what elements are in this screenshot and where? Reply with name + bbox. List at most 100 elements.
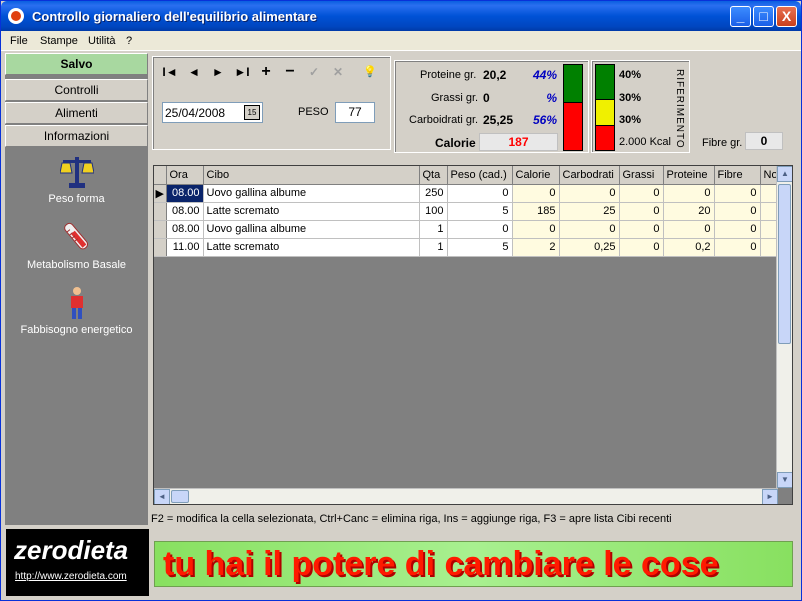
logo-link[interactable]: http://www.zerodieta.com <box>15 571 127 582</box>
nav-alimenti[interactable]: Alimenti <box>5 102 148 124</box>
col-calorie[interactable]: Calorie <box>512 166 560 185</box>
food-table: Ora Cibo Qta Peso (cad.) Calorie Carbodr… <box>154 166 781 257</box>
cell-peso[interactable]: 5 <box>447 238 513 257</box>
cell-carboidrati[interactable]: 25 <box>559 202 620 221</box>
cell-fibre[interactable]: 0 <box>714 202 761 221</box>
cell-peso[interactable]: 5 <box>447 202 513 221</box>
first-record-button[interactable]: I◄ <box>159 61 181 83</box>
cell-grassi[interactable]: 0 <box>619 238 664 257</box>
close-button[interactable]: X <box>776 6 797 27</box>
minimize-button[interactable]: _ <box>730 6 751 27</box>
cell-ora[interactable]: 11.00 <box>166 238 204 257</box>
metabolismo-basale-item[interactable]: Metabolismo Basale <box>5 221 148 271</box>
cell-proteine[interactable]: 0 <box>663 184 715 203</box>
col-ora[interactable]: Ora <box>166 166 204 185</box>
cell-peso[interactable]: 0 <box>447 220 513 239</box>
cell-cibo[interactable]: Latte scremato <box>203 238 420 257</box>
cell-calorie[interactable]: 0 <box>512 220 560 239</box>
cell-ora[interactable]: 08.00 <box>166 184 204 203</box>
col-peso[interactable]: Peso (cad.) <box>447 166 513 185</box>
scroll-up-icon[interactable]: ▲ <box>777 166 792 182</box>
logo-text: zerodieta <box>14 535 129 565</box>
col-carboidrati[interactable]: Carbodrati <box>559 166 620 185</box>
vertical-scrollbar[interactable]: ▲ ▼ <box>776 166 792 488</box>
col-qta[interactable]: Qta <box>419 166 448 185</box>
lightbulb-icon[interactable]: 💡 <box>359 61 381 83</box>
left-nav-panel: Salvo Controlli Alimenti Informazioni Pe… <box>5 53 148 525</box>
grassi-label: Grassi gr. <box>431 92 479 104</box>
calorie-value: 187 <box>479 133 558 151</box>
add-record-button[interactable]: + <box>255 61 277 83</box>
table-row[interactable]: 11.00 Latte scremato 1 5 2 0,25 0 0,2 0 <box>154 238 781 257</box>
cancel-record-button[interactable]: ✕ <box>327 61 349 83</box>
col-cibo[interactable]: Cibo <box>203 166 420 185</box>
next-record-button[interactable]: ► <box>207 61 229 83</box>
menu-stampe[interactable]: Stampe <box>40 35 78 47</box>
carboidrati-pct: 56% <box>532 113 557 127</box>
slogan-text: tu hai il potere di cambiare le cose <box>163 545 719 583</box>
date-input[interactable]: 25/04/2008 15 <box>162 102 263 123</box>
cell-calorie[interactable]: 0 <box>512 184 560 203</box>
nav-controlli[interactable]: Controlli <box>5 79 148 101</box>
app-icon[interactable] <box>8 8 24 24</box>
calendar-button[interactable]: 15 <box>244 105 260 120</box>
thermometer-icon <box>63 222 88 250</box>
cell-carboidrati[interactable]: 0,25 <box>559 238 620 257</box>
cell-proteine[interactable]: 20 <box>663 202 715 221</box>
cell-qta[interactable]: 1 <box>419 238 448 257</box>
fabbisogno-energetico-item[interactable]: Fabbisogno energetico <box>5 286 148 336</box>
cell-carboidrati[interactable]: 0 <box>559 220 620 239</box>
status-bar: F2 = modifica la cella selezionata, Ctrl… <box>151 513 672 525</box>
cell-fibre[interactable]: 0 <box>714 184 761 203</box>
food-grid[interactable]: Ora Cibo Qta Peso (cad.) Calorie Carbodr… <box>153 165 793 505</box>
nav-informazioni[interactable]: Informazioni <box>5 125 148 147</box>
title-bar[interactable]: Controllo giornaliero dell'equilibrio al… <box>1 1 801 31</box>
grassi-value: 0 <box>483 91 490 105</box>
menu-utilita[interactable]: Utilità <box>88 35 116 47</box>
cell-peso[interactable]: 0 <box>447 184 513 203</box>
cell-qta[interactable]: 1 <box>419 220 448 239</box>
cell-carboidrati[interactable]: 0 <box>559 184 620 203</box>
cell-cibo[interactable]: Uovo gallina albume <box>203 184 420 203</box>
menu-file[interactable]: File <box>10 35 28 47</box>
last-record-button[interactable]: ►I <box>231 61 253 83</box>
menu-help[interactable]: ? <box>126 35 132 47</box>
ref-fat-pct: 30% <box>619 92 642 104</box>
proteine-label: Proteine gr. <box>420 69 477 81</box>
peso-forma-item[interactable]: Peso forma <box>5 153 148 205</box>
table-row[interactable]: 08.00 Uovo gallina albume 1 0 0 0 0 0 0 <box>154 220 781 239</box>
cell-calorie[interactable]: 185 <box>512 202 560 221</box>
col-fibre[interactable]: Fibre <box>714 166 761 185</box>
peso-input[interactable]: 77 <box>335 102 375 123</box>
col-grassi[interactable]: Grassi <box>619 166 664 185</box>
cell-cibo[interactable]: Uovo gallina albume <box>203 220 420 239</box>
cell-grassi[interactable]: 0 <box>619 220 664 239</box>
vertical-scroll-thumb[interactable] <box>778 184 791 344</box>
table-row[interactable]: ▶ 08.00 Uovo gallina albume 250 0 0 0 0 … <box>154 184 781 203</box>
cell-fibre[interactable]: 0 <box>714 220 761 239</box>
prev-record-button[interactable]: ◄ <box>183 61 205 83</box>
cell-cibo[interactable]: Latte scremato <box>203 202 420 221</box>
table-row[interactable]: 08.00 Latte scremato 100 5 185 25 0 20 0 <box>154 202 781 221</box>
actual-ratio-bar <box>563 64 583 151</box>
col-proteine[interactable]: Proteine <box>663 166 715 185</box>
maximize-button[interactable]: □ <box>753 6 774 27</box>
confirm-record-button[interactable]: ✓ <box>303 61 325 83</box>
horizontal-scrollbar[interactable]: ◄ ► <box>154 488 778 504</box>
scroll-down-icon[interactable]: ▼ <box>777 472 792 488</box>
nav-salvo[interactable]: Salvo <box>5 53 148 75</box>
cell-grassi[interactable]: 0 <box>619 184 664 203</box>
scroll-right-icon[interactable]: ► <box>762 489 778 504</box>
horizontal-scroll-thumb[interactable] <box>171 490 189 503</box>
cell-ora[interactable]: 08.00 <box>166 220 204 239</box>
cell-fibre[interactable]: 0 <box>714 238 761 257</box>
scroll-left-icon[interactable]: ◄ <box>154 489 170 504</box>
cell-proteine[interactable]: 0,2 <box>663 238 715 257</box>
delete-record-button[interactable]: − <box>279 61 301 83</box>
cell-qta[interactable]: 100 <box>419 202 448 221</box>
cell-calorie[interactable]: 2 <box>512 238 560 257</box>
cell-grassi[interactable]: 0 <box>619 202 664 221</box>
cell-ora[interactable]: 08.00 <box>166 202 204 221</box>
cell-proteine[interactable]: 0 <box>663 220 715 239</box>
cell-qta[interactable]: 250 <box>419 184 448 203</box>
